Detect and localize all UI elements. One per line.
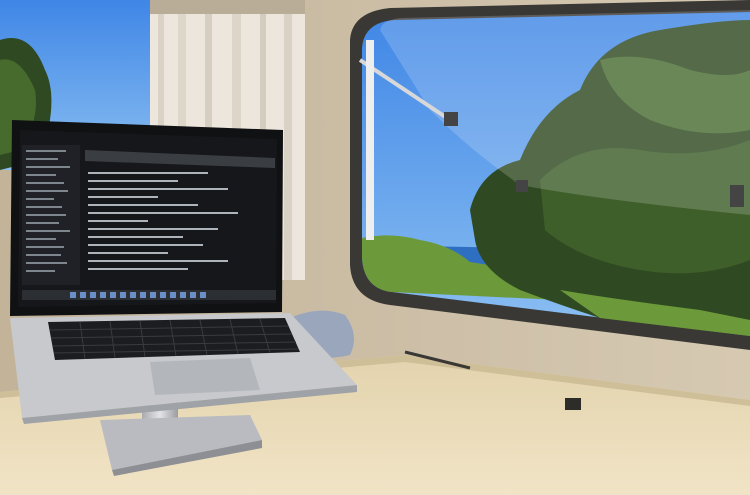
window-latch [516,180,528,192]
scene-illustration [0,0,750,495]
camper-van-scene [0,0,750,495]
window-ladder-rail [366,40,374,240]
table-bracket [565,398,581,410]
dock-bar [22,290,276,300]
window-latch [444,112,458,126]
window-latch [730,185,744,207]
trackpad [150,358,260,395]
